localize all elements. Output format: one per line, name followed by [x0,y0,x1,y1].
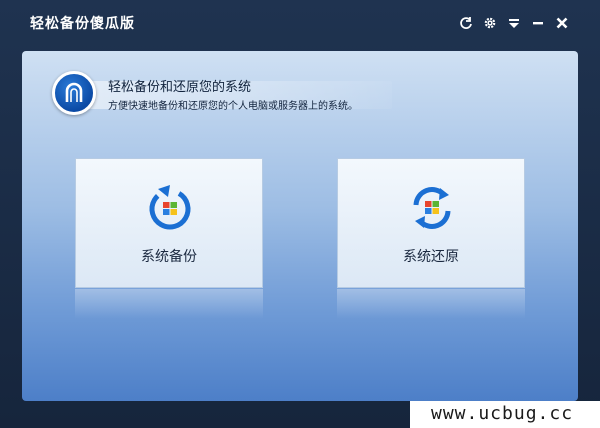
watermark-text: www.ucbug.cc [431,403,574,424]
watermark: www.ucbug.cc [410,401,600,428]
title-bar[interactable]: 轻松备份傻瓜版 [0,0,600,44]
close-icon[interactable] [550,12,574,34]
system-backup-label: 系统备份 [141,249,197,265]
system-restore-button[interactable]: 系统还原 [337,158,525,288]
system-restore-label: 系统还原 [403,249,459,265]
backup-reflection [75,289,263,319]
restore-reflection [337,289,525,319]
header-subtitle: 方便快速地备份和还原您的个人电脑或服务器上的系统。 [108,101,358,112]
header-banner: 轻松备份和还原您的系统 方便快速地备份和还原您的个人电脑或服务器上的系统。 [52,71,392,115]
header-title: 轻松备份和还原您的系统 [108,80,252,95]
system-backup-button[interactable]: 系统备份 [75,158,263,288]
main-panel: 轻松备份和还原您的系统 方便快速地备份和还原您的个人电脑或服务器上的系统。 系统… [22,51,578,401]
window-controls [454,12,574,34]
app-window: 轻松备份傻瓜版 轻松备份和还原您的系统 方便快速地备份和还原您的个人电脑或服务器… [0,0,600,428]
system-arch-icon [52,71,96,115]
menu-dropdown-icon[interactable] [502,12,526,34]
refresh-icon[interactable] [454,12,478,34]
restore-icon [413,187,451,229]
backup-icon [149,185,191,230]
app-title: 轻松备份傻瓜版 [30,16,135,32]
gear-icon[interactable] [478,12,502,34]
minimize-icon[interactable] [526,12,550,34]
